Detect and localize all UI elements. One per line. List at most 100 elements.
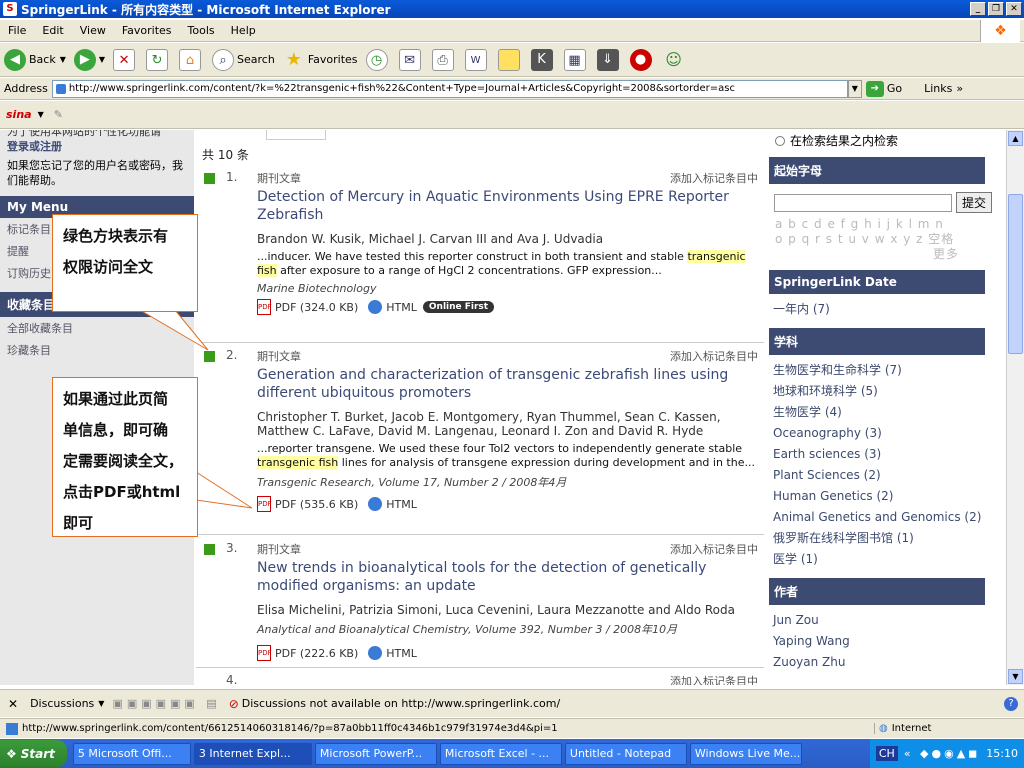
result-source[interactable]: Marine Biotechnology — [257, 282, 757, 295]
result-source[interactable]: Analytical and Bioanalytical Chemistry, … — [257, 621, 757, 637]
result-title[interactable]: New trends in bioanalytical tools for th… — [257, 559, 757, 595]
alpha-more-link[interactable]: 更多 — [775, 247, 1006, 262]
wrench-icon[interactable]: ✎ — [54, 108, 63, 121]
html-link[interactable]: HTML — [386, 647, 417, 660]
menu-edit[interactable]: Edit — [34, 24, 71, 37]
add-to-marked-link[interactable]: 添加入标记条目中 — [670, 673, 758, 685]
back-button[interactable]: ◀ Back ▼ — [4, 48, 66, 71]
maximize-button[interactable]: ❐ — [988, 2, 1004, 16]
task-office[interactable]: 5 Microsoft Offi... — [72, 742, 191, 765]
task-excel[interactable]: Microsoft Excel - ... — [439, 742, 562, 765]
add-to-marked-link[interactable]: 添加入标记条目中 — [670, 348, 758, 364]
pdf-link[interactable]: PDF (324.0 KB) — [275, 301, 358, 314]
result-title[interactable]: Generation and characterization of trans… — [257, 366, 757, 402]
results-count: 共 10 条 — [202, 148, 249, 162]
tool-button-3[interactable]: ⇓ — [596, 48, 622, 71]
discussions-dropdown-icon[interactable]: ▼ — [98, 699, 104, 708]
history-button[interactable]: ◷ — [365, 48, 391, 71]
result-title[interactable]: Detection of Mercury in Aquatic Environm… — [257, 188, 757, 224]
subject-link[interactable]: Human Genetics (2) — [769, 486, 989, 507]
alpha-search-row: 提交 — [774, 192, 1006, 213]
back-dropdown-icon[interactable]: ▼ — [60, 55, 66, 64]
author-link[interactable]: Jun Zou — [769, 610, 1006, 631]
subject-link[interactable]: Earth sciences (3) — [769, 444, 989, 465]
subject-link[interactable]: Animal Genetics and Genomics (2) — [769, 507, 989, 528]
links-chevron-icon[interactable]: » — [956, 82, 963, 95]
subject-link[interactable]: 医学 (1) — [769, 549, 989, 570]
close-button[interactable]: ✕ — [1006, 2, 1022, 16]
tool-button-4[interactable]: ● — [629, 48, 655, 71]
forward-dropdown-icon[interactable]: ▼ — [99, 55, 105, 64]
scroll-down-icon[interactable]: ▼ — [1008, 669, 1023, 684]
radio-icon[interactable] — [775, 135, 785, 146]
task-powerpoint[interactable]: Microsoft PowerP... — [314, 742, 437, 765]
subject-link[interactable]: 地球和环境科学 (5) — [769, 381, 989, 402]
sina-dropdown-icon[interactable]: ▼ — [38, 110, 44, 119]
alpha-search-input[interactable] — [774, 193, 952, 212]
result-authors[interactable]: Elisa Michelini, Patrizia Simoni, Luca C… — [257, 603, 757, 617]
alpha-row-1[interactable]: a b c d e f g h i j k l m n — [775, 217, 1006, 232]
menu-file[interactable]: File — [0, 24, 34, 37]
minimize-button[interactable]: _ — [970, 2, 986, 16]
menu-help[interactable]: Help — [223, 24, 264, 37]
subject-link[interactable]: Oceanography (3) — [769, 423, 989, 444]
task-ie[interactable]: 3 Internet Expl... — [193, 742, 312, 765]
print-button[interactable]: ⎙ — [431, 48, 457, 71]
language-indicator[interactable]: CH — [875, 746, 898, 761]
favorites-button[interactable]: ★ Favorites — [283, 49, 358, 71]
edit-button[interactable]: W — [464, 48, 490, 71]
home-button[interactable]: ⌂ — [179, 48, 204, 71]
login-link[interactable]: 登录或注册 — [0, 139, 194, 154]
add-to-marked-link[interactable]: 添加入标记条目中 — [670, 541, 758, 557]
result-authors[interactable]: Brandon W. Kusik, Michael J. Carvan III … — [257, 232, 757, 246]
favorites-starred[interactable]: 珍藏条目 — [0, 339, 194, 361]
html-link[interactable]: HTML — [386, 498, 417, 511]
alpha-row-2[interactable]: o p q r s t u v w x y z 空格 — [775, 232, 1006, 247]
alpha-index[interactable]: a b c d e f g h i j k l m n o p q r s t … — [775, 217, 1006, 262]
refresh-button[interactable]: ↻ — [146, 48, 171, 71]
menu-view[interactable]: View — [72, 24, 114, 37]
submit-button[interactable]: 提交 — [956, 192, 993, 213]
favorites-all[interactable]: 全部收藏条目 — [0, 317, 194, 339]
links-button[interactable]: Links — [924, 82, 952, 95]
discussions-button[interactable]: Discussions — [26, 697, 98, 710]
scroll-thumb[interactable] — [1008, 194, 1023, 354]
address-dropdown-icon[interactable]: ▼ — [847, 79, 862, 98]
address-input[interactable]: http://www.springerlink.com/content/?k=%… — [51, 79, 848, 98]
close-discussions-icon[interactable]: ✕ — [0, 697, 26, 711]
messenger-button[interactable]: ☺ — [663, 49, 688, 71]
subject-link[interactable]: 生物医学 (4) — [769, 402, 989, 423]
search-button[interactable]: ⌕ Search — [212, 48, 275, 71]
mail-button[interactable]: ✉ — [398, 48, 424, 71]
start-button[interactable]: ❖ Start — [0, 740, 67, 767]
forward-button[interactable]: ▶ ▼ — [73, 48, 105, 71]
search-within-option[interactable]: 在检索结果之内检索 — [769, 130, 1006, 151]
discussion-tools-icons[interactable]: ▣▣▣▣▣▣ ▤ — [112, 697, 220, 710]
tray-icons[interactable]: « ◆●◉▲◼ — [904, 747, 980, 760]
sina-logo[interactable]: sina — [6, 108, 32, 121]
pdf-link[interactable]: PDF (222.6 KB) — [275, 647, 358, 660]
tool-button-1[interactable]: K — [530, 48, 556, 71]
scroll-up-icon[interactable]: ▲ — [1008, 131, 1023, 146]
task-notepad[interactable]: Untitled - Notepad — [564, 742, 687, 765]
stop-button[interactable]: ✕ — [113, 48, 138, 71]
vertical-scrollbar[interactable]: ▲ ▼ — [1006, 130, 1024, 685]
result-source[interactable]: Transgenic Research, Volume 17, Number 2… — [257, 474, 757, 490]
go-button[interactable]: ➔ Go — [865, 80, 902, 97]
subject-link[interactable]: Plant Sciences (2) — [769, 465, 989, 486]
tool-button-2[interactable]: ▦ — [563, 48, 589, 71]
note-button[interactable] — [497, 48, 523, 71]
author-link[interactable]: Yaping Wang — [769, 631, 1006, 652]
subject-link[interactable]: 俄罗斯在线科学图书馆 (1) — [769, 528, 989, 549]
menu-tools[interactable]: Tools — [180, 24, 223, 37]
task-live-messenger[interactable]: Windows Live Me... — [689, 742, 802, 765]
pdf-link[interactable]: PDF (535.6 KB) — [275, 498, 358, 511]
subject-link[interactable]: 生物医学和生命科学 (7) — [769, 360, 989, 381]
result-authors[interactable]: Christopher T. Burket, Jacob E. Montgome… — [257, 410, 757, 438]
date-filter-link[interactable]: 一年内 (7) — [769, 299, 1006, 320]
author-link[interactable]: Zuoyan Zhu — [769, 652, 1006, 673]
menu-favorites[interactable]: Favorites — [114, 24, 180, 37]
add-to-marked-link[interactable]: 添加入标记条目中 — [670, 170, 758, 186]
help-icon[interactable]: ? — [1004, 696, 1018, 711]
html-link[interactable]: HTML — [386, 301, 417, 314]
